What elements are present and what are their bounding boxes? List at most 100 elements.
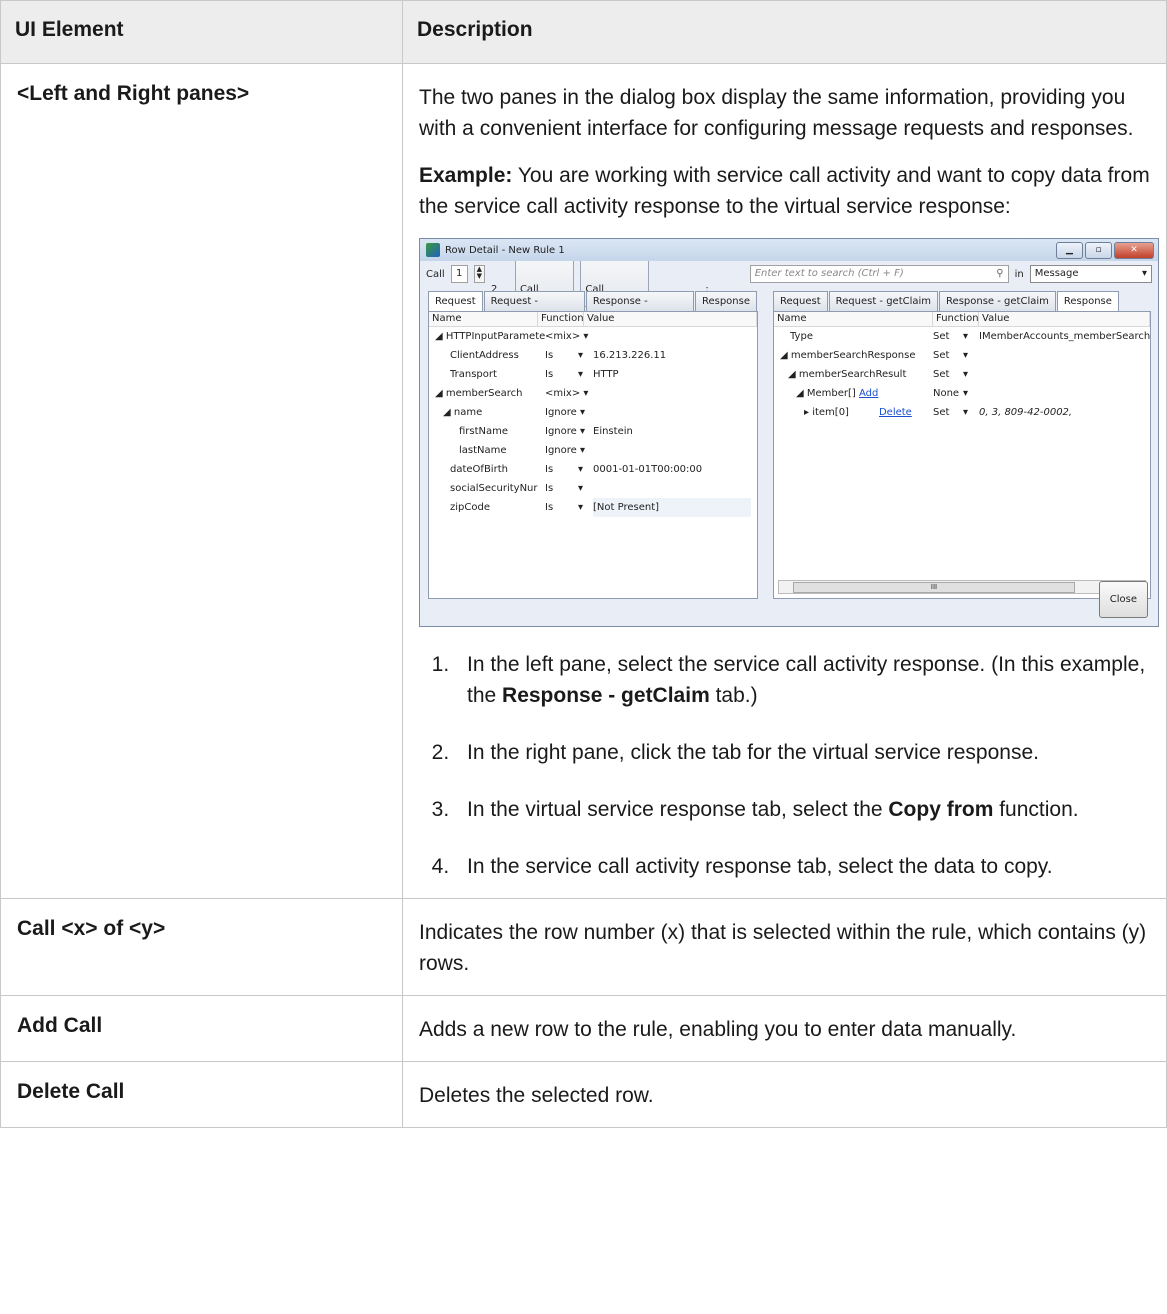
row-name: ClientAddress: [450, 350, 519, 361]
call-number-input[interactable]: 1: [450, 265, 468, 283]
grid-row[interactable]: ◢ HTTPInputParamete <mix> ▾: [429, 327, 757, 346]
list-item: In the left pane, select the service cal…: [455, 649, 1150, 711]
row-function[interactable]: Ignore ▾: [545, 441, 593, 460]
row-function[interactable]: <mix> ▾: [545, 384, 593, 403]
grid-row[interactable]: ◢ name Ignore ▾: [429, 403, 757, 422]
row-value[interactable]: [593, 403, 757, 422]
call-spinner-icon[interactable]: ▲ ▼: [473, 265, 485, 283]
horizontal-scrollbar[interactable]: III: [778, 580, 1146, 594]
tab-request-getclaim[interactable]: Request - getClaim: [483, 291, 585, 322]
row-value[interactable]: [Not Present]: [593, 498, 751, 517]
row-function[interactable]: Ignore ▾: [545, 403, 593, 422]
row-name: Type: [790, 331, 813, 342]
row-function[interactable]: None: [933, 384, 963, 403]
grid-row[interactable]: ◢ memberSearchResponse Set ▾: [774, 346, 1150, 365]
close-button[interactable]: Close: [1098, 581, 1148, 618]
grid-row[interactable]: lastName Ignore ▾: [429, 441, 757, 460]
chevron-down-icon[interactable]: ▾: [963, 365, 979, 384]
chevron-down-icon[interactable]: ▾: [963, 403, 979, 422]
step-bold: Copy from: [888, 798, 994, 821]
chevron-down-icon[interactable]: ▾: [578, 460, 593, 479]
grid-row[interactable]: socialSecurityNur Is ▾: [429, 479, 757, 498]
grid-row[interactable]: dateOfBirth Is ▾ 0001-01-01T00:00:00: [429, 460, 757, 479]
table-row: Add Call Adds a new row to the rule, ena…: [0, 995, 1167, 1062]
row-value[interactable]: 16.213.226.11: [593, 346, 757, 365]
row-function[interactable]: Set: [933, 346, 963, 365]
grid-row[interactable]: zipCode Is ▾ [Not Present]: [429, 498, 757, 517]
row-function[interactable]: Is: [545, 346, 578, 365]
delete-item-link[interactable]: Delete: [879, 407, 912, 418]
row-value[interactable]: 0001-01-01T00:00:00: [593, 460, 757, 479]
row-function[interactable]: Set: [933, 365, 963, 384]
chevron-down-icon[interactable]: ▾: [578, 479, 593, 498]
row-name-text: ◢ Member[]: [796, 388, 856, 399]
element-name: <Left and Right panes>: [0, 63, 403, 899]
grid-row[interactable]: Transport Is ▾ HTTP: [429, 365, 757, 384]
search-scope-select[interactable]: Message ▾: [1029, 265, 1153, 283]
table-row: Delete Call Deletes the selected row.: [0, 1061, 1167, 1128]
close-icon[interactable]: ✕: [1114, 242, 1154, 259]
row-name: ◢ HTTPInputParamete: [435, 331, 545, 342]
row-function[interactable]: Is: [545, 498, 578, 517]
col-name: Name: [774, 312, 933, 326]
chevron-down-icon[interactable]: ▾: [578, 346, 593, 365]
row-name: ◢ memberSearch: [435, 388, 523, 399]
row-function[interactable]: Set: [933, 403, 963, 422]
list-item: In the service call activity response ta…: [455, 851, 1150, 882]
row-value[interactable]: [593, 479, 757, 498]
steps-list: In the left pane, select the service cal…: [419, 649, 1150, 882]
row-value[interactable]: [593, 327, 757, 346]
grid-row[interactable]: ◢ memberSearchResult Set ▾: [774, 365, 1150, 384]
row-value[interactable]: 0, 3, 809-42-0002,: [979, 403, 1150, 422]
grid-row[interactable]: Type Set ▾ IMemberAccounts_memberSearch_C: [774, 327, 1150, 346]
row-function[interactable]: Ignore ▾: [545, 422, 593, 441]
chevron-down-icon[interactable]: ▾: [578, 365, 593, 384]
grid-row[interactable]: ▸ item[0] Delete Set ▾ 0, 3, 809-42-0002,: [774, 403, 1150, 422]
row-function[interactable]: Is: [545, 479, 578, 498]
row-function[interactable]: Set: [933, 327, 963, 346]
step-text: function.: [993, 798, 1079, 821]
header-description: Description: [402, 0, 1167, 64]
window-controls: ▁ ▫ ✕: [1056, 242, 1154, 259]
search-input[interactable]: Enter text to search (Ctrl + F) ⚲: [749, 265, 1009, 283]
row-value[interactable]: HTTP: [593, 365, 757, 384]
maximize-icon[interactable]: ▫: [1085, 242, 1112, 259]
row-value[interactable]: [593, 441, 757, 460]
minimize-icon[interactable]: ▁: [1056, 242, 1083, 259]
row-value[interactable]: [979, 384, 1150, 403]
row-function[interactable]: <mix> ▾: [545, 327, 593, 346]
element-name: Call <x> of <y>: [0, 898, 403, 996]
in-label: in: [1014, 268, 1024, 280]
tab-response[interactable]: Response: [694, 291, 757, 311]
add-member-link[interactable]: Add: [859, 388, 878, 399]
element-description: The two panes in the dialog box display …: [402, 63, 1167, 899]
row-function[interactable]: Is: [545, 365, 578, 384]
row-value[interactable]: Einstein: [593, 422, 757, 441]
step-text: In the virtual service response tab, sel…: [467, 798, 889, 821]
row-value[interactable]: IMemberAccounts_memberSearch_C: [979, 327, 1150, 346]
left-tabs: Request Request - getClaim Response - ge…: [428, 291, 758, 322]
chevron-down-icon[interactable]: ▾: [963, 346, 979, 365]
grid-row[interactable]: ◢ Member[] Add None ▾: [774, 384, 1150, 403]
chevron-down-icon[interactable]: ▾: [578, 498, 593, 517]
scroll-thumb[interactable]: III: [793, 582, 1075, 593]
row-value[interactable]: [979, 346, 1150, 365]
tab-request-getclaim[interactable]: Request - getClaim: [828, 291, 939, 311]
right-pane: Request Request - getClaim Response - ge…: [773, 291, 1151, 599]
grid-header: Name Function Value: [774, 312, 1150, 327]
tab-response-getclaim[interactable]: Response - getClaim: [939, 291, 1056, 311]
chevron-down-icon[interactable]: ▾: [963, 327, 979, 346]
chevron-down-icon[interactable]: ▾: [963, 384, 979, 403]
grid-row[interactable]: firstName Ignore ▾ Einstein: [429, 422, 757, 441]
row-value[interactable]: [593, 384, 757, 403]
tab-response-getclaim[interactable]: Response - getClaim: [585, 291, 694, 322]
search-scope-value: Message: [1034, 268, 1079, 279]
grid-row[interactable]: ◢ memberSearch <mix> ▾: [429, 384, 757, 403]
row-value[interactable]: [979, 365, 1150, 384]
row-function[interactable]: Is: [545, 460, 578, 479]
search-icon[interactable]: ⚲: [996, 266, 1003, 282]
grid-row[interactable]: ClientAddress Is ▾ 16.213.226.11: [429, 346, 757, 365]
example-paragraph: Example: You are working with service ca…: [419, 160, 1150, 222]
tab-request[interactable]: Request: [773, 291, 828, 311]
row-name: ◢ name: [443, 407, 483, 418]
